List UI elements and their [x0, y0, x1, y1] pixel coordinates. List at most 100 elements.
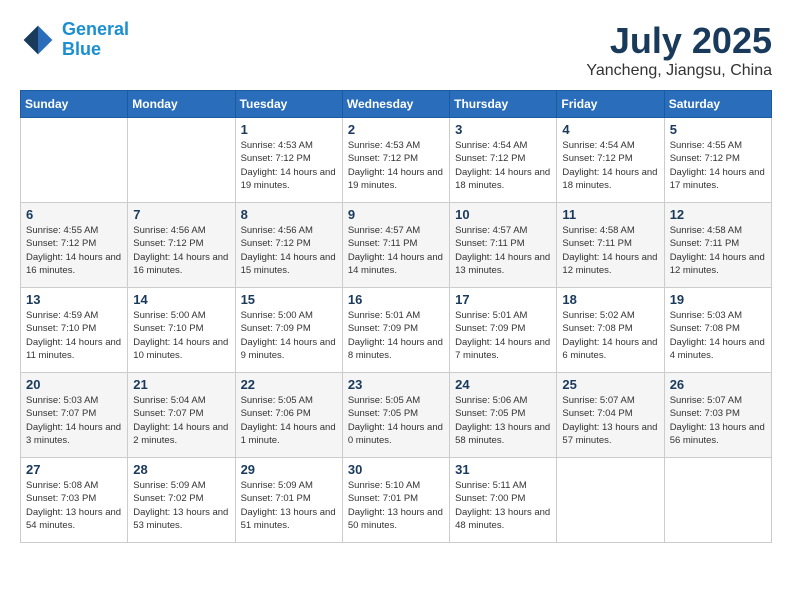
day-number: 28: [133, 462, 229, 477]
calendar-header-row: SundayMondayTuesdayWednesdayThursdayFrid…: [21, 91, 772, 118]
calendar-cell: [128, 118, 235, 203]
day-number: 15: [241, 292, 337, 307]
calendar-cell: 10Sunrise: 4:57 AMSunset: 7:11 PMDayligh…: [450, 203, 557, 288]
day-info: Sunrise: 4:59 AMSunset: 7:10 PMDaylight:…: [26, 309, 122, 362]
day-info: Sunrise: 5:00 AMSunset: 7:09 PMDaylight:…: [241, 309, 337, 362]
day-number: 30: [348, 462, 444, 477]
day-info: Sunrise: 5:10 AMSunset: 7:01 PMDaylight:…: [348, 479, 444, 532]
calendar-cell: 20Sunrise: 5:03 AMSunset: 7:07 PMDayligh…: [21, 373, 128, 458]
calendar-cell: 30 Sunrise: 5:10 AMSunset: 7:01 PMDayligh…: [342, 458, 449, 543]
day-number: 9: [348, 207, 444, 222]
day-number: 27: [26, 462, 122, 477]
weekday-header-friday: Friday: [557, 91, 664, 118]
day-number: 1: [241, 122, 337, 137]
weekday-header-monday: Monday: [128, 91, 235, 118]
calendar-cell: 9 Sunrise: 4:57 AMSunset: 7:11 PMDaylight…: [342, 203, 449, 288]
calendar-cell: [664, 458, 771, 543]
weekday-header-tuesday: Tuesday: [235, 91, 342, 118]
calendar-cell: 14Sunrise: 5:00 AMSunset: 7:10 PMDayligh…: [128, 288, 235, 373]
day-info: Sunrise: 4:53 AMSunset: 7:12 PMDaylight:…: [241, 139, 337, 192]
calendar-cell: 22 Sunrise: 5:05 AMSunset: 7:06 PMDayligh…: [235, 373, 342, 458]
calendar-cell: 11Sunrise: 4:58 AMSunset: 7:11 PMDayligh…: [557, 203, 664, 288]
calendar-cell: 29Sunrise: 5:09 AMSunset: 7:01 PMDayligh…: [235, 458, 342, 543]
day-number: 26: [670, 377, 766, 392]
day-info: Sunrise: 5:05 AMSunset: 7:06 PMDaylight:…: [241, 394, 337, 447]
calendar-cell: 23Sunrise: 5:05 AMSunset: 7:05 PMDayligh…: [342, 373, 449, 458]
page-header: General Blue July 2025 Yancheng, Jiangsu…: [20, 20, 772, 80]
calendar-cell: 24 Sunrise: 5:06 AMSunset: 7:05 PMDayligh…: [450, 373, 557, 458]
calendar-cell: 13 Sunrise: 4:59 AMSunset: 7:10 PMDayligh…: [21, 288, 128, 373]
calendar-cell: 1 Sunrise: 4:53 AMSunset: 7:12 PMDaylight…: [235, 118, 342, 203]
calendar-cell: 8Sunrise: 4:56 AMSunset: 7:12 PMDaylight…: [235, 203, 342, 288]
day-info: Sunrise: 5:03 AMSunset: 7:07 PMDaylight:…: [26, 394, 122, 447]
calendar-cell: 15 Sunrise: 5:00 AMSunset: 7:09 PMDayligh…: [235, 288, 342, 373]
day-info: Sunrise: 4:53 AMSunset: 7:12 PMDaylight:…: [348, 139, 444, 192]
day-info: Sunrise: 5:01 AMSunset: 7:09 PMDaylight:…: [455, 309, 551, 362]
day-number: 22: [241, 377, 337, 392]
day-info: Sunrise: 5:06 AMSunset: 7:05 PMDaylight:…: [455, 394, 551, 447]
day-number: 7: [133, 207, 229, 222]
day-number: 21: [133, 377, 229, 392]
weekday-header-wednesday: Wednesday: [342, 91, 449, 118]
day-info: Sunrise: 4:58 AMSunset: 7:11 PMDaylight:…: [670, 224, 766, 277]
title-area: July 2025 Yancheng, Jiangsu, China: [586, 20, 772, 80]
day-info: Sunrise: 5:08 AMSunset: 7:03 PMDaylight:…: [26, 479, 122, 532]
day-number: 4: [562, 122, 658, 137]
logo-icon: [20, 22, 56, 58]
logo-blue: Blue: [62, 39, 101, 59]
day-number: 3: [455, 122, 551, 137]
day-info: Sunrise: 5:00 AMSunset: 7:10 PMDaylight:…: [133, 309, 229, 362]
calendar-cell: 16 Sunrise: 5:01 AMSunset: 7:09 PMDayligh…: [342, 288, 449, 373]
calendar-cell: 19Sunrise: 5:03 AMSunset: 7:08 PMDayligh…: [664, 288, 771, 373]
calendar-cell: 4 Sunrise: 4:54 AMSunset: 7:12 PMDaylight…: [557, 118, 664, 203]
calendar-cell: 27 Sunrise: 5:08 AMSunset: 7:03 PMDayligh…: [21, 458, 128, 543]
calendar-cell: 3 Sunrise: 4:54 AMSunset: 7:12 PMDaylight…: [450, 118, 557, 203]
weekday-header-sunday: Sunday: [21, 91, 128, 118]
day-number: 12: [670, 207, 766, 222]
day-info: Sunrise: 5:07 AMSunset: 7:03 PMDaylight:…: [670, 394, 766, 447]
calendar-cell: 28 Sunrise: 5:09 AMSunset: 7:02 PMDayligh…: [128, 458, 235, 543]
calendar-table: SundayMondayTuesdayWednesdayThursdayFrid…: [20, 90, 772, 543]
logo-text: General Blue: [62, 20, 129, 60]
calendar-cell: 2 Sunrise: 4:53 AMSunset: 7:12 PMDaylight…: [342, 118, 449, 203]
calendar-week-5: 27 Sunrise: 5:08 AMSunset: 7:03 PMDayligh…: [21, 458, 772, 543]
logo: General Blue: [20, 20, 129, 60]
day-number: 19: [670, 292, 766, 307]
day-number: 2: [348, 122, 444, 137]
day-info: Sunrise: 4:55 AMSunset: 7:12 PMDaylight:…: [26, 224, 122, 277]
day-info: Sunrise: 4:56 AMSunset: 7:12 PMDaylight:…: [241, 224, 337, 277]
day-info: Sunrise: 4:54 AMSunset: 7:12 PMDaylight:…: [455, 139, 551, 192]
day-number: 24: [455, 377, 551, 392]
day-number: 25: [562, 377, 658, 392]
day-number: 10: [455, 207, 551, 222]
day-info: Sunrise: 4:57 AMSunset: 7:11 PMDaylight:…: [348, 224, 444, 277]
day-info: Sunrise: 4:58 AMSunset: 7:11 PMDaylight:…: [562, 224, 658, 277]
day-number: 29: [241, 462, 337, 477]
day-number: 13: [26, 292, 122, 307]
day-info: Sunrise: 4:55 AMSunset: 7:12 PMDaylight:…: [670, 139, 766, 192]
calendar-cell: 25 Sunrise: 5:07 AMSunset: 7:04 PMDayligh…: [557, 373, 664, 458]
calendar-cell: 21Sunrise: 5:04 AMSunset: 7:07 PMDayligh…: [128, 373, 235, 458]
weekday-header-saturday: Saturday: [664, 91, 771, 118]
calendar-cell: 6Sunrise: 4:55 AMSunset: 7:12 PMDaylight…: [21, 203, 128, 288]
calendar-week-4: 20Sunrise: 5:03 AMSunset: 7:07 PMDayligh…: [21, 373, 772, 458]
day-info: Sunrise: 5:05 AMSunset: 7:05 PMDaylight:…: [348, 394, 444, 447]
logo-general: General: [62, 19, 129, 39]
day-number: 16: [348, 292, 444, 307]
calendar-cell: 12 Sunrise: 4:58 AMSunset: 7:11 PMDayligh…: [664, 203, 771, 288]
calendar-cell: 7 Sunrise: 4:56 AMSunset: 7:12 PMDaylight…: [128, 203, 235, 288]
calendar-week-2: 6Sunrise: 4:55 AMSunset: 7:12 PMDaylight…: [21, 203, 772, 288]
day-info: Sunrise: 4:54 AMSunset: 7:12 PMDaylight:…: [562, 139, 658, 192]
day-info: Sunrise: 5:07 AMSunset: 7:04 PMDaylight:…: [562, 394, 658, 447]
day-info: Sunrise: 5:02 AMSunset: 7:08 PMDaylight:…: [562, 309, 658, 362]
calendar-cell: 26 Sunrise: 5:07 AMSunset: 7:03 PMDayligh…: [664, 373, 771, 458]
day-info: Sunrise: 5:11 AMSunset: 7:00 PMDaylight:…: [455, 479, 551, 532]
day-info: Sunrise: 4:56 AMSunset: 7:12 PMDaylight:…: [133, 224, 229, 277]
calendar-cell: 17Sunrise: 5:01 AMSunset: 7:09 PMDayligh…: [450, 288, 557, 373]
calendar-cell: [557, 458, 664, 543]
calendar-week-3: 13 Sunrise: 4:59 AMSunset: 7:10 PMDayligh…: [21, 288, 772, 373]
day-info: Sunrise: 5:09 AMSunset: 7:02 PMDaylight:…: [133, 479, 229, 532]
calendar-cell: [21, 118, 128, 203]
day-info: Sunrise: 5:01 AMSunset: 7:09 PMDaylight:…: [348, 309, 444, 362]
day-number: 18: [562, 292, 658, 307]
